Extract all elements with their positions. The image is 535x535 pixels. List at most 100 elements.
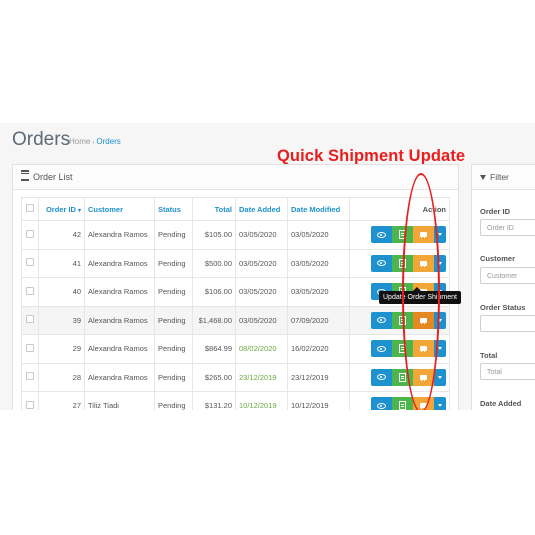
cell-order-id: 27	[38, 391, 85, 410]
table-row: 41 Alexandra Ramos Pending $500.00 03/05/202…	[21, 248, 450, 278]
column-total[interactable]: Total	[192, 197, 236, 221]
cell-customer: Tiliz Tiadi	[84, 391, 155, 410]
cell-date-modified: 23/12/2019	[287, 362, 350, 392]
more-actions-dropdown[interactable]	[434, 340, 446, 358]
filter-label-total: Total	[480, 351, 498, 360]
action-button-group	[371, 226, 446, 244]
shipment-update-button[interactable]	[413, 340, 434, 358]
checkbox-icon	[26, 286, 34, 295]
eye-icon	[377, 402, 386, 409]
cell-total: $106.00	[192, 277, 236, 307]
filter-label-date-added: Date Added	[480, 399, 522, 408]
more-actions-dropdown[interactable]	[434, 311, 446, 329]
view-button[interactable]	[371, 368, 392, 386]
cell-date-added: 23/12/2019	[235, 362, 288, 392]
invoice-button[interactable]	[392, 368, 413, 386]
checkbox-icon	[26, 229, 34, 238]
update-shipment-tooltip: Update Order Shipment	[379, 287, 461, 304]
shipment-update-button[interactable]	[413, 226, 434, 244]
shipment-update-button[interactable]	[413, 311, 434, 329]
view-button[interactable]	[371, 226, 392, 244]
checkbox-icon	[26, 372, 34, 381]
more-actions-dropdown[interactable]	[434, 368, 446, 386]
cell-customer: Alexandra Ramos	[84, 362, 155, 392]
filter-order-status-select[interactable]	[480, 315, 535, 332]
table-row: 39 Alexandra Ramos Pending $1,468.00 03/05/2…	[21, 305, 450, 335]
invoice-button[interactable]	[392, 254, 413, 272]
truck-icon	[420, 232, 427, 239]
view-button[interactable]	[371, 340, 392, 358]
row-checkbox[interactable]	[21, 220, 39, 250]
filter-customer-input[interactable]: Customer	[480, 267, 535, 284]
table-row: 27 Tiliz Tiadi Pending $131.20 10/12/2019 10/…	[21, 391, 450, 410]
shipment-update-button[interactable]	[413, 368, 434, 386]
truck-icon	[420, 260, 427, 267]
column-date-modified[interactable]: Date Modified	[287, 197, 350, 221]
cell-actions	[349, 220, 450, 250]
view-button[interactable]	[371, 311, 392, 329]
cell-order-id: 40	[38, 277, 85, 307]
shipment-update-button[interactable]	[413, 254, 434, 272]
row-checkbox[interactable]	[21, 277, 39, 307]
cell-total: $500.00	[192, 248, 236, 278]
more-actions-dropdown[interactable]	[434, 226, 446, 244]
column-action: Action	[349, 197, 450, 221]
truck-icon	[420, 403, 427, 410]
breadcrumb-home[interactable]: Home	[69, 137, 90, 146]
cell-total: $864.99	[192, 334, 236, 364]
invoice-button[interactable]	[392, 226, 413, 244]
file-pdf-icon	[399, 372, 406, 382]
column-date-added[interactable]: Date Added	[235, 197, 288, 221]
cell-date-added: 10/12/2019	[235, 391, 288, 410]
filter-order-id-input[interactable]: Order ID	[480, 219, 535, 236]
file-pdf-icon	[399, 258, 406, 268]
more-actions-dropdown[interactable]	[434, 254, 446, 272]
view-button[interactable]	[371, 397, 392, 410]
table-header-row: Order ID ▾ Customer Status Total Date Add…	[21, 197, 450, 221]
row-checkbox[interactable]	[21, 391, 39, 410]
invoice-button[interactable]	[392, 311, 413, 329]
action-button-group	[371, 368, 446, 386]
row-checkbox[interactable]	[21, 362, 39, 392]
breadcrumb-orders[interactable]: Orders	[96, 137, 120, 146]
table-row: 29 Alexandra Ramos Pending $864.99 08/02/202…	[21, 334, 450, 364]
action-button-group	[371, 311, 446, 329]
order-list-heading: Order List	[13, 165, 458, 190]
column-customer[interactable]: Customer	[84, 197, 155, 221]
cell-date-added: 03/05/2020	[235, 248, 288, 278]
row-checkbox[interactable]	[21, 305, 39, 335]
cell-status: Pending	[154, 362, 193, 392]
filter-label-order-id: Order ID	[480, 207, 511, 216]
cell-status: Pending	[154, 248, 193, 278]
cell-order-id: 29	[38, 334, 85, 364]
invoice-button[interactable]	[392, 397, 413, 410]
truck-icon	[420, 317, 427, 324]
eye-icon	[377, 374, 386, 381]
cell-date-added: 03/05/2020	[235, 220, 288, 250]
caret-down-icon	[438, 404, 442, 408]
eye-icon	[377, 317, 386, 324]
row-checkbox[interactable]	[21, 334, 39, 364]
table-row: 28 Alexandra Ramos Pending $265.00 23/12/201…	[21, 362, 450, 392]
select-all-checkbox[interactable]	[21, 197, 39, 221]
cell-customer: Alexandra Ramos	[84, 277, 155, 307]
caret-down-icon	[438, 318, 442, 322]
cell-status: Pending	[154, 277, 193, 307]
invoice-button[interactable]	[392, 340, 413, 358]
filter-panel: Filter Order ID Order ID Customer Custom…	[471, 164, 535, 410]
cell-date-added: 08/02/2020	[235, 334, 288, 364]
cell-date-modified: 10/12/2019	[287, 391, 350, 410]
row-checkbox[interactable]	[21, 248, 39, 278]
column-order-id[interactable]: Order ID ▾	[38, 197, 85, 221]
view-button[interactable]	[371, 254, 392, 272]
cell-date-modified: 07/09/2020	[287, 305, 350, 335]
column-status[interactable]: Status	[154, 197, 193, 221]
shipment-update-button[interactable]	[413, 397, 434, 410]
admin-screenshot: Orders Home › Orders Quick Shipment Update…	[0, 123, 535, 410]
cell-status: Pending	[154, 220, 193, 250]
cell-actions	[349, 248, 450, 278]
filter-total-input[interactable]: Total	[480, 363, 535, 380]
more-actions-dropdown[interactable]	[434, 397, 446, 410]
checkbox-icon	[26, 258, 34, 267]
eye-icon	[377, 231, 386, 238]
